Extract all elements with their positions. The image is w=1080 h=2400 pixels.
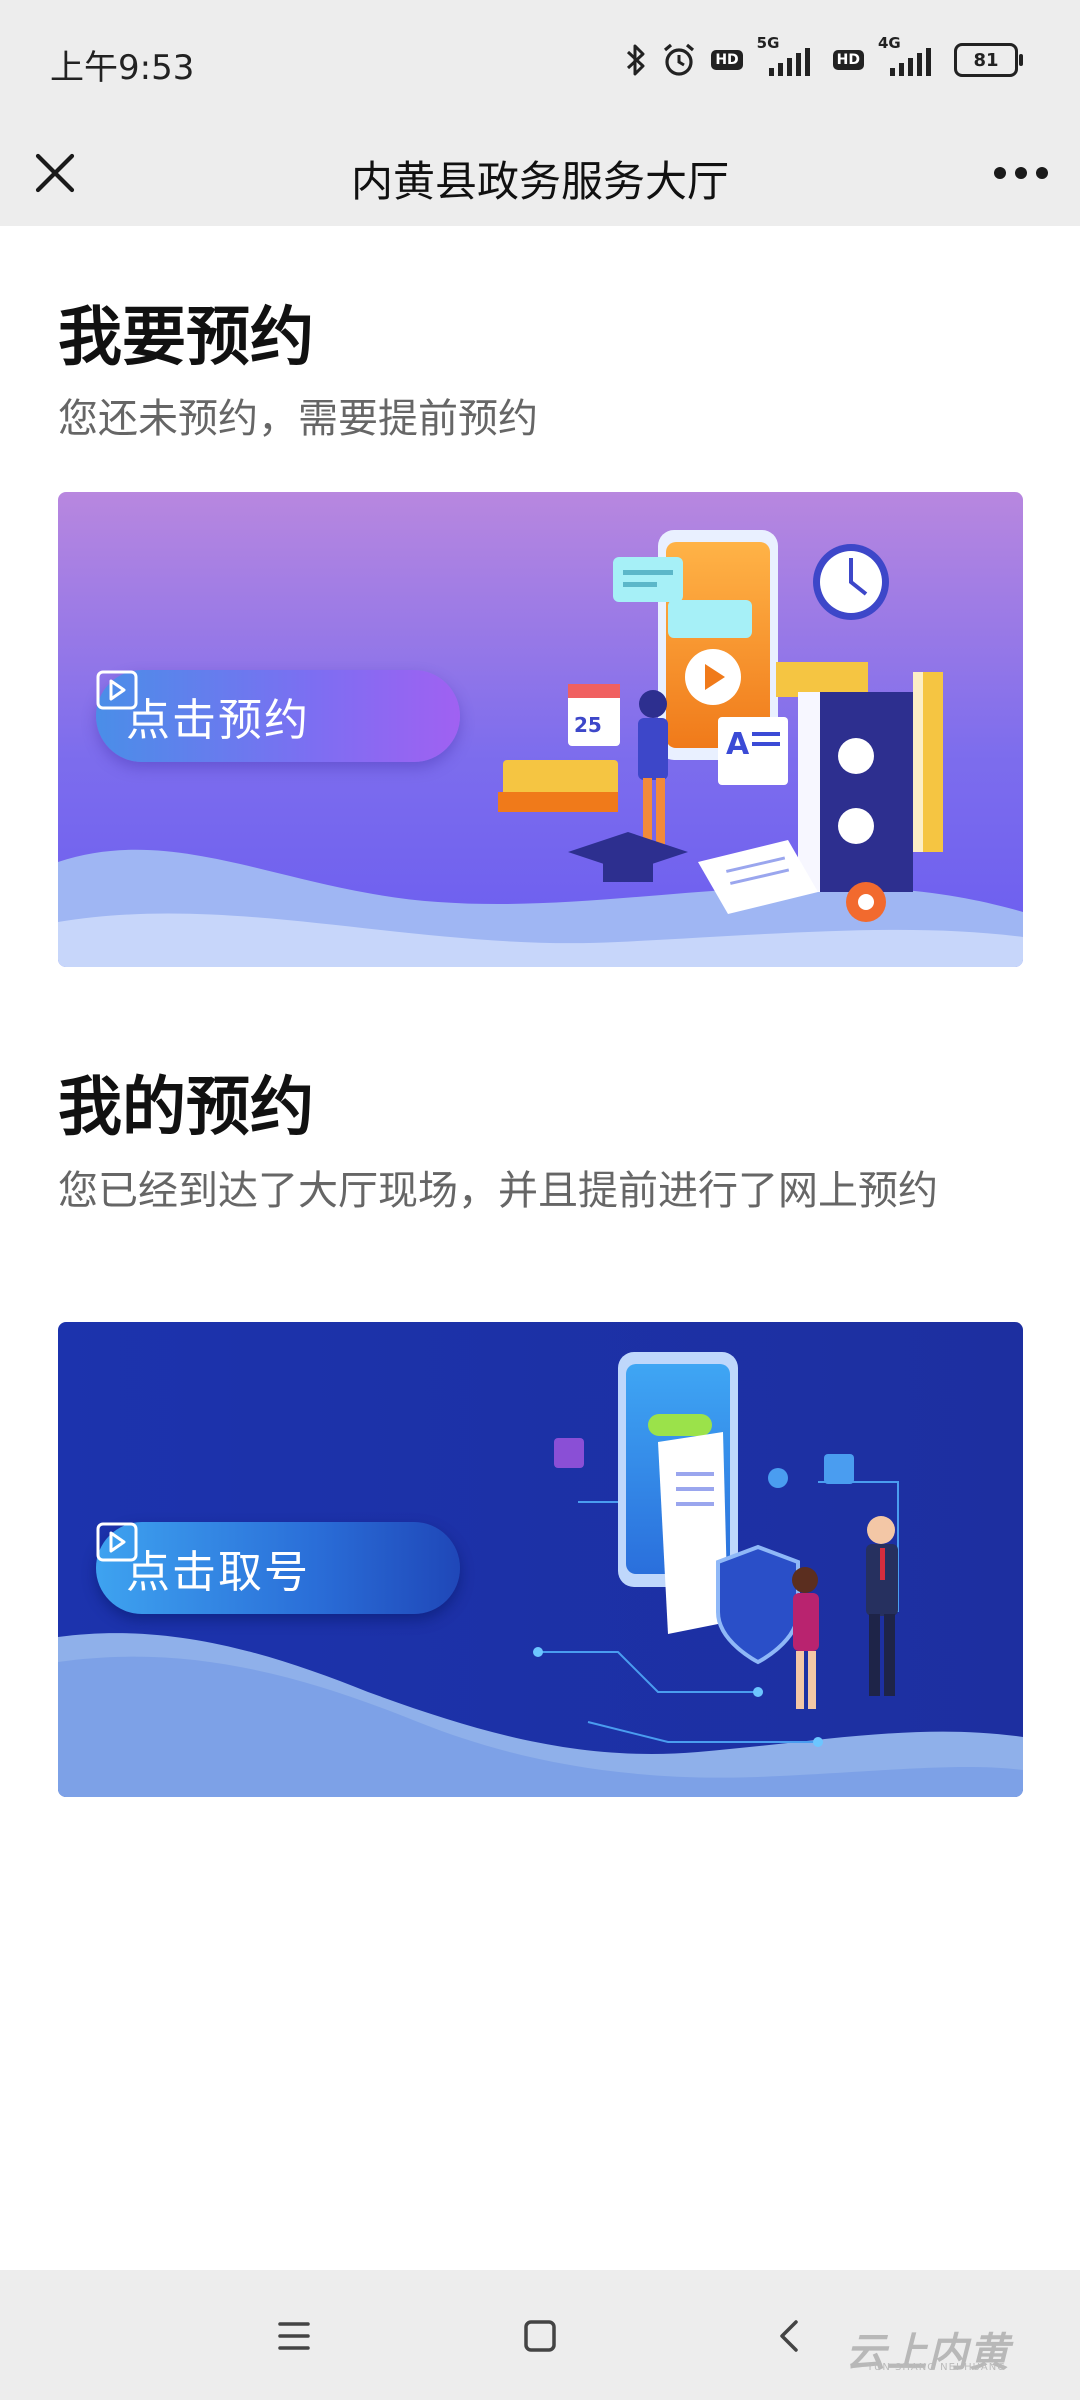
hd-icon: HD (832, 50, 864, 70)
status-time: 上午9:53 (50, 48, 195, 88)
book-button-label: 点击预约 (126, 695, 310, 746)
nav-bar: 云上内黄 YUN SHANG NEI HUANG (0, 2270, 1080, 2400)
section-desc-my: 您已经到达了大厅现场，并且提前进行了网上预约 (58, 1168, 938, 1214)
bluetooth-icon (627, 44, 645, 76)
ticket-button[interactable]: 点击取号 (96, 1522, 460, 1614)
more-icon (994, 167, 1048, 179)
watermark-sub: YUN SHANG NEI HUANG (866, 2362, 1006, 2373)
ticket-banner[interactable]: 点击取号 (58, 1322, 1023, 1797)
title-bar: 内黄县政务服务大厅 (0, 120, 1080, 226)
menu-icon (278, 2322, 310, 2350)
section-title-book: 我要预约 (58, 301, 314, 375)
signal-4g-icon: 4G (878, 34, 940, 80)
section-title-my: 我的预约 (58, 1071, 314, 1145)
alarm-icon (664, 43, 695, 76)
play-icon (96, 1522, 138, 1562)
back-icon (780, 2320, 798, 2352)
home-icon (524, 2320, 556, 2352)
svg-text:A: A (726, 727, 750, 762)
menu-button[interactable] (266, 2310, 322, 2362)
battery-icon: 81 (954, 43, 1023, 77)
svg-text:25: 25 (574, 713, 602, 737)
book-banner[interactable]: A 25 点击预约 (58, 492, 1023, 967)
signal-5g-icon: 5G (757, 34, 819, 80)
more-button[interactable] (986, 142, 1056, 204)
hd-icon: HD (711, 50, 743, 70)
book-button[interactable]: 点击预约 (96, 670, 460, 762)
section-desc-book: 您还未预约，需要提前预约 (58, 396, 538, 442)
play-icon (96, 670, 138, 710)
back-button[interactable] (762, 2310, 818, 2362)
status-bar: 上午9:53 HD 5G HD 4G 81 (0, 0, 1080, 128)
home-button[interactable] (512, 2310, 568, 2362)
ticket-button-label: 点击取号 (126, 1547, 310, 1598)
page-title: 内黄县政务服务大厅 (350, 157, 729, 206)
status-icons: HD 5G HD 4G 81 (625, 34, 1023, 82)
